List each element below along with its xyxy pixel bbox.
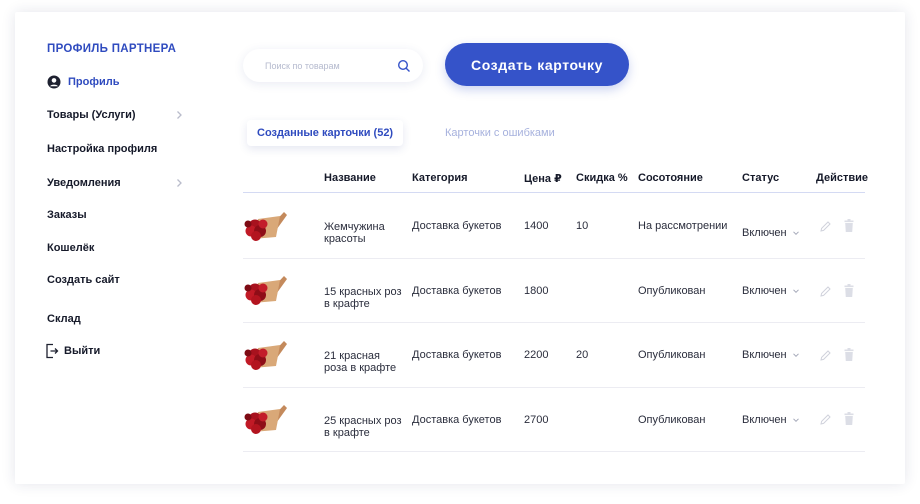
bouquet-thumbnail bbox=[244, 212, 287, 241]
product-name: Жемчужина красоты bbox=[324, 221, 385, 245]
delete-icon[interactable] bbox=[843, 348, 856, 362]
chevron-right-icon bbox=[174, 178, 184, 188]
user-circle-icon bbox=[47, 75, 61, 89]
product-discount: 10 bbox=[576, 220, 589, 232]
chevron-right-icon bbox=[174, 110, 184, 120]
sidebar-item-notifications[interactable]: Уведомления bbox=[47, 175, 187, 191]
sidebar-item-label: Профиль bbox=[68, 76, 120, 88]
column-header-price: Цена ₽ bbox=[524, 173, 562, 185]
status-value: Включен bbox=[742, 414, 787, 426]
sidebar-title: ПРОФИЛЬ ПАРТНЕРА bbox=[47, 43, 177, 55]
status-dropdown[interactable]: Включен bbox=[742, 414, 800, 426]
sidebar-item-label: Настройка профиля bbox=[47, 143, 158, 155]
delete-icon[interactable] bbox=[843, 219, 856, 233]
sidebar-item-label: Уведомления bbox=[47, 177, 121, 189]
search-icon[interactable] bbox=[397, 59, 411, 73]
tab-error-cards[interactable]: Карточки с ошибками bbox=[445, 127, 555, 139]
product-name: 25 красных роз в крафте bbox=[324, 415, 402, 439]
product-category: Доставка букетов bbox=[412, 220, 502, 232]
sidebar-item-label: Заказы bbox=[47, 209, 87, 221]
row-divider bbox=[243, 322, 865, 323]
bouquet-thumbnail bbox=[244, 341, 287, 370]
sidebar-item-label: Кошелёк bbox=[47, 242, 95, 254]
edit-icon[interactable] bbox=[819, 413, 832, 427]
product-state: На рассмотрении bbox=[638, 220, 728, 232]
product-state: Опубликован bbox=[638, 349, 706, 361]
product-category: Доставка букетов bbox=[412, 285, 502, 297]
sidebar-item-orders[interactable]: Заказы bbox=[47, 207, 187, 223]
row-divider bbox=[243, 258, 865, 259]
sidebar-item-label: Склад bbox=[47, 313, 81, 325]
row-divider bbox=[243, 387, 865, 388]
tab-created-cards[interactable]: Созданные карточки (52) bbox=[247, 120, 404, 146]
product-price: 2200 bbox=[524, 349, 549, 361]
delete-icon[interactable] bbox=[843, 412, 856, 426]
column-header-state: Сосотояние bbox=[638, 172, 703, 184]
product-price: 2700 bbox=[524, 414, 549, 426]
product-state: Опубликован bbox=[638, 285, 706, 297]
sidebar-item-profile[interactable]: Профиль bbox=[47, 74, 187, 90]
sidebar-item-wallet[interactable]: Кошелёк bbox=[47, 240, 187, 256]
sidebar-item-label: Создать сайт bbox=[47, 274, 120, 286]
sidebar-item-profile-settings[interactable]: Настройка профиля bbox=[47, 141, 187, 157]
table-header-divider bbox=[243, 192, 865, 193]
column-header-discount: Скидка % bbox=[576, 172, 628, 184]
column-header-action: Действие bbox=[816, 172, 868, 184]
edit-icon[interactable] bbox=[819, 285, 832, 299]
sidebar-item-create-site[interactable]: Создать сайт bbox=[47, 272, 187, 288]
status-dropdown[interactable]: Включен bbox=[742, 349, 800, 361]
status-dropdown[interactable]: Включен bbox=[742, 285, 800, 297]
edit-icon[interactable] bbox=[819, 349, 832, 363]
sidebar-item-products[interactable]: Товары (Услуги) bbox=[47, 107, 187, 123]
chevron-down-icon bbox=[792, 229, 800, 237]
bouquet-thumbnail bbox=[244, 276, 287, 305]
chevron-down-icon bbox=[792, 416, 800, 424]
column-header-name: Название bbox=[324, 172, 376, 184]
create-card-button[interactable]: Создать карточку bbox=[445, 43, 629, 86]
product-category: Доставка букетов bbox=[412, 414, 502, 426]
sidebar-item-logout[interactable]: Выйти bbox=[45, 343, 185, 359]
status-value: Включен bbox=[742, 349, 787, 361]
column-header-status: Статус bbox=[742, 172, 780, 184]
sidebar-item-label: Товары (Услуги) bbox=[47, 109, 136, 121]
status-value: Включен bbox=[742, 227, 787, 239]
delete-icon[interactable] bbox=[843, 284, 856, 298]
status-dropdown[interactable]: Включен bbox=[742, 227, 800, 239]
logout-icon bbox=[45, 343, 59, 359]
chevron-down-icon bbox=[792, 351, 800, 359]
search-box bbox=[243, 49, 423, 82]
sidebar-item-warehouse[interactable]: Склад bbox=[47, 311, 187, 327]
product-category: Доставка букетов bbox=[412, 349, 502, 361]
product-state: Опубликован bbox=[638, 414, 706, 426]
product-price: 1400 bbox=[524, 220, 549, 232]
column-header-category: Категория bbox=[412, 172, 468, 184]
chevron-down-icon bbox=[792, 287, 800, 295]
status-value: Включен bbox=[742, 285, 787, 297]
search-input[interactable] bbox=[265, 60, 397, 71]
edit-icon[interactable] bbox=[819, 220, 832, 234]
product-price: 1800 bbox=[524, 285, 549, 297]
product-discount: 20 bbox=[576, 349, 589, 361]
row-divider bbox=[243, 451, 865, 452]
product-name: 21 красная роза в крафте bbox=[324, 350, 397, 374]
bouquet-thumbnail bbox=[244, 405, 287, 434]
sidebar-item-label: Выйти bbox=[64, 345, 101, 357]
product-name: 15 красных роз в крафте bbox=[324, 286, 402, 310]
